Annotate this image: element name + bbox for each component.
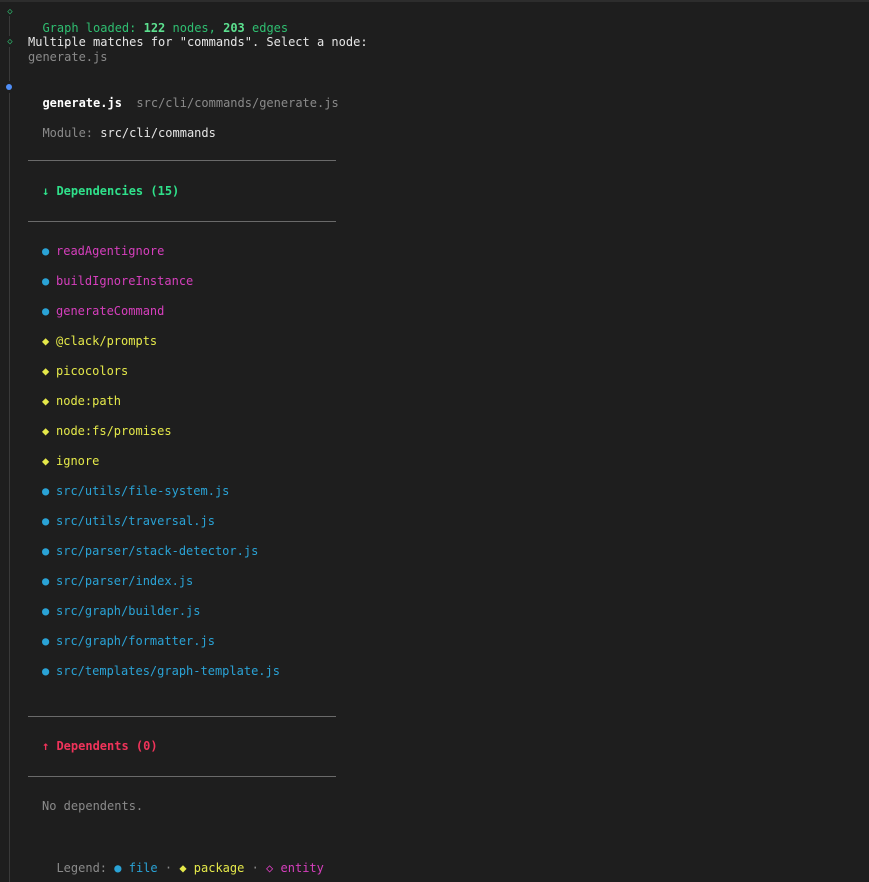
dependency-item[interactable]: ◆ ignore	[42, 453, 99, 469]
dependency-item[interactable]: ● readAgentignore	[42, 243, 164, 259]
file-dot-icon: ●	[42, 274, 50, 288]
dependency-item[interactable]: ● src/graph/builder.js	[42, 603, 201, 619]
dependency-item[interactable]: ● src/templates/graph-template.js	[42, 663, 280, 679]
graph-loaded-status: Graph loaded: 122 nodes, 203 edges	[28, 4, 288, 35]
legend: Legend: ● file · ◆ package · ◇ entity	[42, 844, 323, 875]
dependency-label: readAgentignore	[56, 244, 165, 258]
dependency-label: src/parser/index.js	[56, 574, 194, 588]
dependency-label: node:path	[56, 394, 122, 408]
package-diamond-icon: ◆	[42, 364, 50, 378]
module-label: Module:	[42, 126, 101, 140]
module-value: src/cli/commands	[100, 126, 216, 140]
dependents-header: ↑ Dependents (0)	[42, 739, 158, 753]
dependency-label: generateCommand	[56, 304, 165, 318]
file-dot-icon: ●	[42, 514, 50, 528]
dependency-item[interactable]: ● src/utils/file-system.js	[42, 483, 229, 499]
legend-entity: entity	[280, 861, 324, 875]
dependency-item[interactable]: ◆ @clack/prompts	[42, 333, 157, 349]
legend-separator: ·	[157, 861, 180, 875]
edges-count: 203	[223, 21, 245, 35]
match-option[interactable]: generate.js	[28, 49, 107, 65]
file-dot-icon: ●	[42, 634, 50, 648]
divider	[28, 160, 336, 161]
file-dot-icon: ●	[42, 544, 50, 558]
log-marker-icon: ◇	[7, 7, 13, 17]
dependency-label: src/utils/traversal.js	[56, 514, 215, 528]
active-node-icon	[6, 84, 12, 90]
legend-package: package	[193, 861, 245, 875]
package-diamond-icon: ◆	[42, 394, 50, 408]
dependency-item[interactable]: ◆ node:fs/promises	[42, 423, 172, 439]
dependency-item[interactable]: ● buildIgnoreInstance	[42, 273, 193, 289]
dependency-label: src/utils/file-system.js	[56, 484, 230, 498]
package-diamond-icon: ◆	[42, 334, 50, 348]
legend-file: file	[128, 861, 158, 875]
dependency-label: node:fs/promises	[56, 424, 172, 438]
log-marker-icon: ◇	[7, 37, 13, 47]
package-diamond-icon: ◆	[179, 861, 187, 875]
dependency-label: src/parser/stack-detector.js	[56, 544, 259, 558]
legend-label: Legend:	[56, 861, 115, 875]
dependency-item[interactable]: ● src/utils/traversal.js	[42, 513, 215, 529]
node-title-row: generate.js src/cli/commands/generate.js	[28, 79, 338, 110]
divider	[28, 716, 336, 717]
dependency-label: @clack/prompts	[56, 334, 158, 348]
nodes-count: 122	[143, 21, 166, 35]
dependency-item[interactable]: ◆ node:path	[42, 393, 121, 409]
dependency-item[interactable]: ● generateCommand	[42, 303, 164, 319]
dependency-label: ignore	[56, 454, 100, 468]
package-diamond-icon: ◆	[42, 454, 50, 468]
top-border	[0, 0, 869, 2]
module-row: Module: src/cli/commands	[28, 109, 215, 140]
dependency-item[interactable]: ◆ picocolors	[42, 363, 128, 379]
nodes-word: nodes,	[165, 21, 224, 35]
file-dot-icon: ●	[42, 664, 50, 678]
file-dot-icon: ●	[42, 574, 50, 588]
divider	[28, 776, 336, 777]
multiple-matches-prompt: Multiple matches for "commands". Select …	[28, 35, 368, 49]
node-path: src/cli/commands/generate.js	[136, 96, 339, 110]
no-dependents-text: No dependents.	[42, 799, 144, 813]
file-dot-icon: ●	[42, 244, 50, 258]
node-name: generate.js	[42, 96, 122, 110]
dependencies-header: ↓ Dependencies (15)	[42, 184, 180, 198]
file-dot-icon: ●	[42, 604, 50, 618]
dependency-label: picocolors	[56, 364, 129, 378]
file-dot-icon: ●	[42, 484, 50, 498]
edges-word: edges	[244, 21, 289, 35]
dependency-label: src/graph/formatter.js	[56, 634, 215, 648]
package-diamond-icon: ◆	[42, 424, 50, 438]
dependency-label: src/templates/graph-template.js	[56, 664, 280, 678]
dependency-item[interactable]: ● src/graph/formatter.js	[42, 633, 215, 649]
dependency-label: buildIgnoreInstance	[56, 274, 194, 288]
divider	[28, 221, 336, 222]
dependency-label: src/graph/builder.js	[56, 604, 201, 618]
gutter-line-2	[9, 47, 10, 81]
gutter-line-3	[9, 93, 10, 882]
dependency-item[interactable]: ● src/parser/index.js	[42, 573, 193, 589]
file-dot-icon: ●	[42, 304, 50, 318]
dependency-item[interactable]: ● src/parser/stack-detector.js	[42, 543, 258, 559]
legend-separator: ·	[244, 861, 267, 875]
graph-loaded-prefix: Graph loaded:	[42, 21, 144, 35]
